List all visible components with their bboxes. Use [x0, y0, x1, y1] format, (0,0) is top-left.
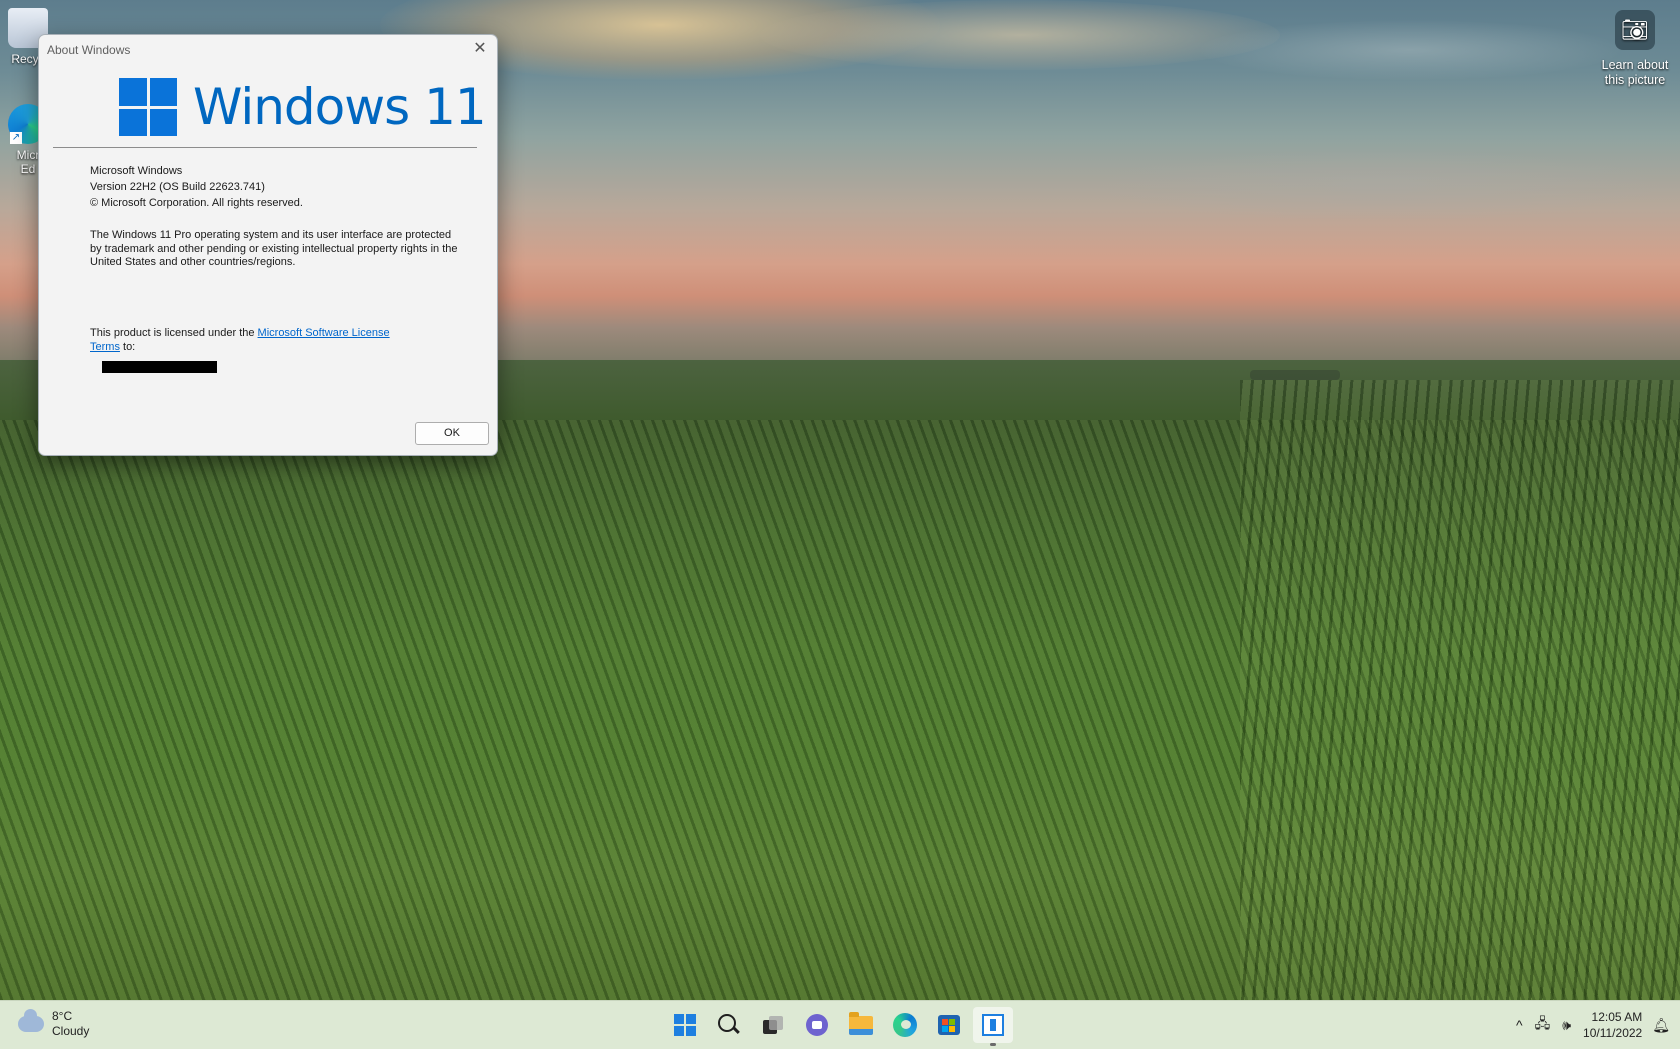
redacted-licensee [102, 361, 217, 373]
search-button[interactable] [709, 1007, 749, 1043]
close-icon[interactable]: ✕ [469, 39, 491, 59]
learn-about-picture[interactable]: 📷︎ Learn about this picture [1580, 10, 1680, 88]
shortcut-arrow-icon: ↗ [10, 132, 22, 144]
show-hidden-icons-chevron-icon[interactable]: ^ [1516, 1017, 1523, 1033]
windows-logo-banner: Windows 11 [119, 77, 487, 137]
store-button[interactable] [929, 1007, 969, 1043]
divider [53, 147, 477, 148]
legal-text: The Windows 11 Pro operating system and … [90, 229, 458, 268]
system-tray: ^ 🖧︎ 🕪︎ 12:05 AM 10/11/2022 🔔︎ [1510, 1001, 1680, 1049]
learn-about-line2: this picture [1604, 73, 1666, 87]
version-text: Version 22H2 (OS Build 22623.741) [90, 181, 265, 193]
search-icon [718, 1014, 736, 1032]
cloud-icon [18, 1009, 44, 1032]
version-info: Microsoft Windows Version 22H2 (OS Build… [90, 163, 303, 211]
volume-icon[interactable]: 🕪︎ [1562, 1017, 1571, 1034]
windows-wordmark: Windows 11 [193, 78, 487, 136]
weather-condition: Cloudy [52, 1024, 90, 1038]
edge-icon [893, 1013, 917, 1037]
network-icon[interactable]: 🖧︎ [1535, 1013, 1551, 1037]
windows-logo-icon [674, 1014, 696, 1036]
taskbar: 8°C Cloudy ^ 🖧︎ 🕪︎ 12:05 AM 10/11/2022 🔔… [0, 1000, 1680, 1049]
about-windows-dialog: About Windows ✕ Windows 11 Microsoft Win… [38, 34, 498, 456]
store-icon [938, 1015, 960, 1035]
folder-icon [849, 1011, 873, 1035]
copyright-text: © Microsoft Corporation. All rights rese… [90, 197, 303, 209]
ok-button[interactable]: OK [415, 422, 489, 445]
chat-button[interactable] [797, 1007, 837, 1043]
file-explorer-button[interactable] [841, 1007, 881, 1043]
task-view-button[interactable] [753, 1007, 793, 1043]
about-windows-button[interactable] [973, 1007, 1013, 1046]
about-window-icon [982, 1014, 1004, 1036]
dialog-title: About Windows [47, 43, 131, 57]
license-text: This product is licensed under the Micro… [90, 327, 390, 353]
chat-icon [806, 1014, 828, 1036]
task-view-icon [763, 1016, 783, 1034]
windows-logo-icon [119, 78, 177, 136]
weather-widget[interactable]: 8°C Cloudy [18, 1009, 89, 1039]
start-button[interactable] [665, 1007, 705, 1043]
taskbar-pinned-apps [665, 1007, 1017, 1046]
clock-date: 10/11/2022 [1583, 1026, 1643, 1040]
weather-temperature: 8°C [52, 1009, 73, 1023]
clock[interactable]: 12:05 AM 10/11/2022 [1583, 1009, 1642, 1041]
camera-icon: 📷︎ [1615, 10, 1655, 50]
learn-about-line1: Learn about [1601, 58, 1669, 72]
edge-button[interactable] [885, 1007, 925, 1043]
bell-icon[interactable]: 🔔︎ [1652, 1017, 1670, 1034]
product-name: Microsoft Windows [90, 165, 183, 177]
clock-time: 12:05 AM [1591, 1010, 1643, 1024]
